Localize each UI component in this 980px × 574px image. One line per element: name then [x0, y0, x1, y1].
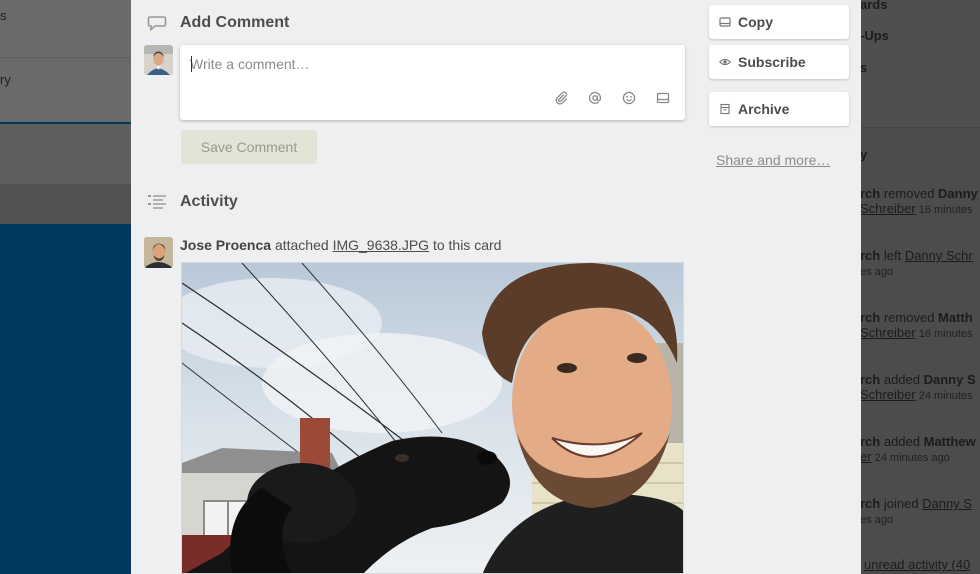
board-menu-item: -Ups: [860, 28, 889, 43]
avatar[interactable]: [144, 45, 173, 75]
paperclip-icon[interactable]: [553, 90, 569, 106]
subscribe-button[interactable]: Subscribe: [709, 45, 849, 79]
attachment-link[interactable]: IMG_9638.JPG: [333, 237, 430, 253]
comment-composer: [180, 45, 685, 120]
board-menu-item: s: [860, 60, 868, 75]
board-activity-entry: rch removed Matth Schreiber 16 minutes: [860, 310, 973, 340]
mention-icon[interactable]: [587, 90, 603, 106]
board-activity-heading: y: [860, 147, 868, 162]
card-detail-window: Add Comment Save Comment: [131, 0, 861, 574]
board-activity-entry: rch added Matthew er 24 minutes ago: [860, 434, 976, 464]
avatar[interactable]: [144, 237, 173, 268]
board-menu-section: ards -Ups s: [860, 0, 980, 128]
activity-suffix: to this card: [429, 237, 502, 253]
background-list-card: s: [0, 0, 131, 58]
board-activity-entry: rch left Danny Schr es ago: [860, 248, 973, 278]
background-list-card: [0, 184, 131, 224]
activity-title: Activity: [180, 193, 238, 210]
background-list-text: s: [0, 8, 7, 23]
attachment-image[interactable]: [181, 262, 684, 574]
board-menu-item: ards: [860, 0, 888, 12]
board-activity-entry: rch joined Danny S es ago: [860, 496, 973, 526]
save-comment-button[interactable]: Save Comment: [181, 130, 317, 164]
board-background-left: s ry: [0, 0, 131, 574]
board-activity-entry: rch added Danny S Schreiber 24 minutes: [860, 372, 976, 402]
text-caret: [191, 56, 192, 72]
background-list-text: ry: [0, 72, 11, 87]
activity-list-icon: [147, 192, 167, 212]
share-and-more-link[interactable]: Share and more…: [716, 152, 830, 168]
activity-verb: attached: [271, 237, 333, 253]
board-background-right: ards -Ups s y rch removed Danny Schreibe…: [860, 0, 980, 574]
archive-label: Archive: [738, 101, 790, 117]
archive-button[interactable]: Archive: [709, 92, 849, 126]
comment-input[interactable]: [190, 53, 670, 75]
copy-label: Copy: [738, 14, 773, 30]
comment-bubble-icon: [147, 13, 167, 33]
subscribe-label: Subscribe: [738, 54, 806, 70]
card-icon: [719, 16, 731, 28]
add-comment-title: Add Comment: [180, 14, 290, 31]
background-list-card: ry: [0, 58, 131, 122]
eye-icon: [719, 56, 731, 68]
background-list-card: [0, 124, 131, 184]
archive-icon: [719, 103, 731, 115]
card-icon[interactable]: [655, 90, 671, 106]
unread-activity-link: unread activity (40: [864, 557, 971, 572]
board-activity-entry: rch removed Danny Schreiber 16 minutes: [860, 186, 978, 216]
activity-entry: Jose Proenca attached IMG_9638.JPG to th…: [180, 237, 501, 253]
member-name[interactable]: Jose Proenca: [180, 237, 271, 253]
copy-card-button[interactable]: Copy: [709, 5, 849, 39]
emoji-icon[interactable]: [621, 90, 637, 106]
